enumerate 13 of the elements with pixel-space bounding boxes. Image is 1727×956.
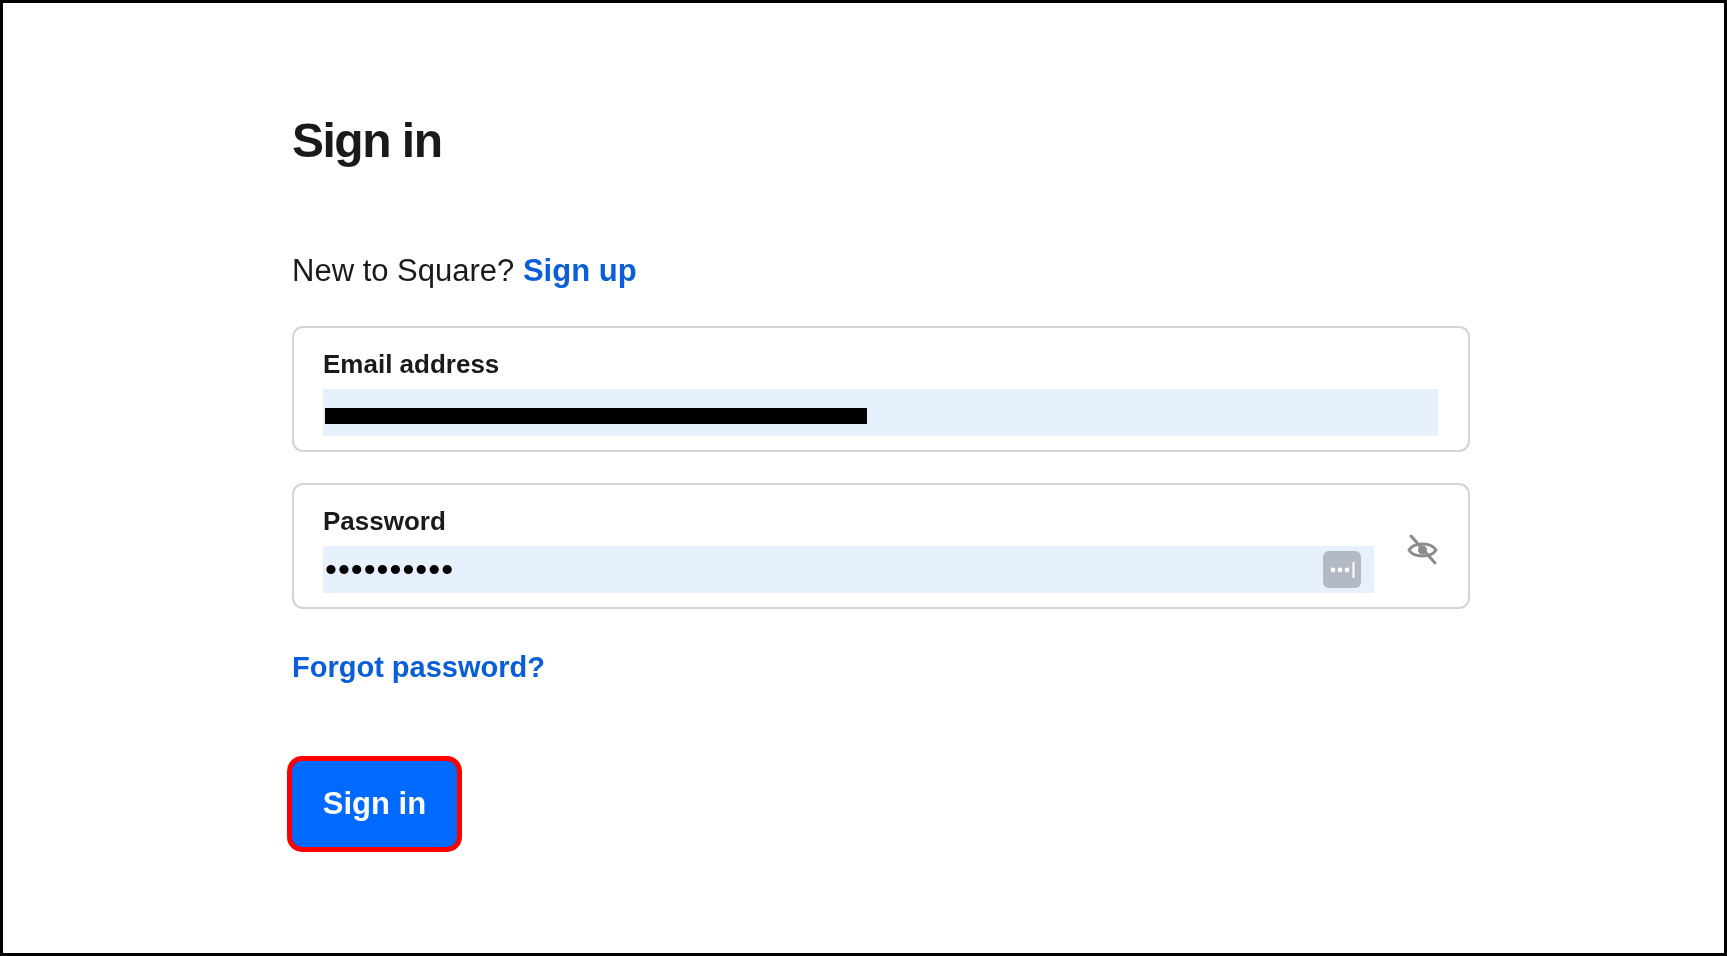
- page-title: Sign in: [292, 113, 442, 169]
- dots-cursor-icon[interactable]: [1323, 551, 1361, 588]
- password-field[interactable]: Password ••••••••••: [292, 483, 1470, 609]
- password-input[interactable]: ••••••••••: [323, 546, 1374, 593]
- signup-prompt: New to Square? Sign up: [292, 252, 637, 290]
- forgot-password-link[interactable]: Forgot password?: [292, 649, 545, 685]
- email-field[interactable]: Email address: [292, 326, 1470, 452]
- eye-slash-icon[interactable]: [1407, 533, 1438, 565]
- sign-up-link[interactable]: Sign up: [522, 253, 637, 288]
- field-label: Password: [323, 505, 446, 537]
- field-label: Email address: [323, 348, 500, 380]
- sign-in-button[interactable]: Sign in: [287, 756, 462, 852]
- email-input[interactable]: [323, 389, 1438, 436]
